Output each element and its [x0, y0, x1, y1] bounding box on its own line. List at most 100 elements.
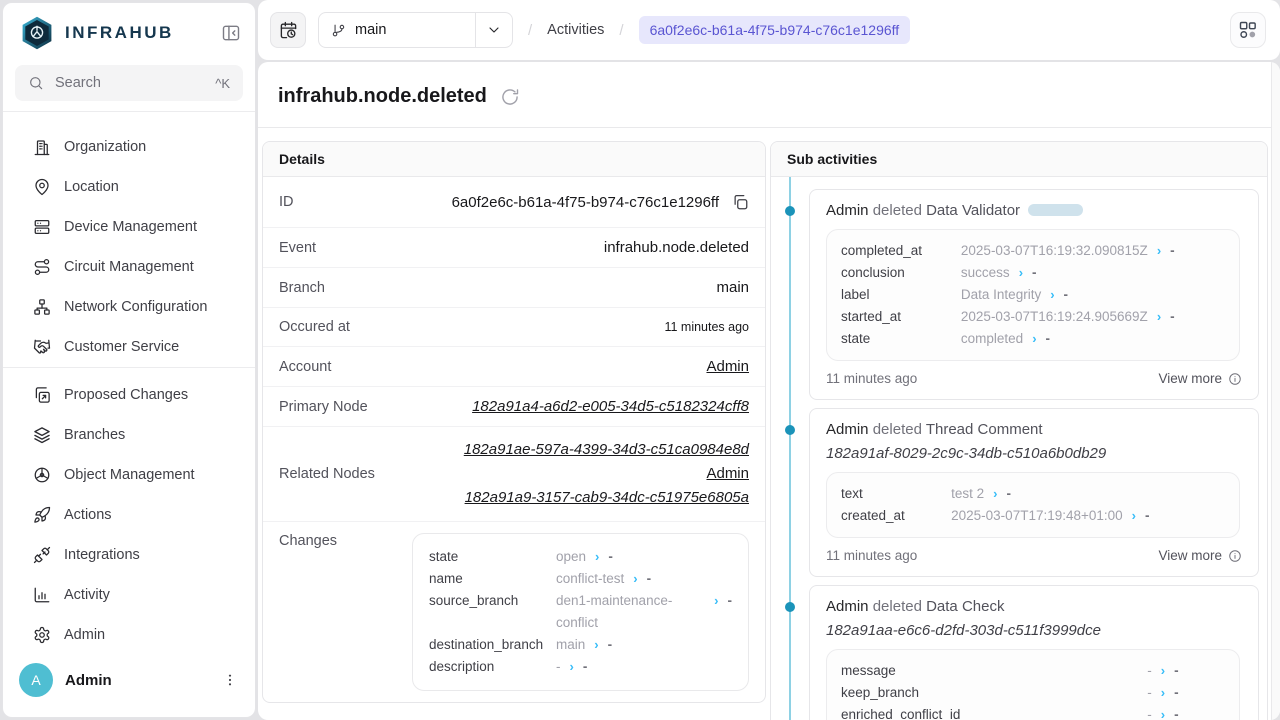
route-icon: [33, 258, 51, 276]
change-arrow-icon: [1157, 243, 1161, 258]
sidebar-item-integrations[interactable]: Integrations: [3, 535, 255, 575]
related-node-link[interactable]: 182a91a9-3157-cab9-34dc-c51975e6805a: [465, 489, 749, 506]
user-options-button[interactable]: [219, 669, 241, 691]
change-arrow-icon: [633, 568, 637, 590]
breadcrumb-activity-id[interactable]: 6a0f2e6c-b61a-4f75-b974-c76c1e1296ff: [639, 16, 911, 44]
sidebar-item-label: Actions: [64, 507, 112, 523]
sidebar-item-network-configuration[interactable]: Network Configuration: [3, 287, 255, 327]
search-shortcut: ^K: [215, 76, 230, 91]
detail-label: ID: [279, 194, 294, 210]
field-key: state: [841, 328, 961, 350]
details-header: Details: [263, 142, 765, 177]
user-menu[interactable]: A Admin: [3, 655, 255, 717]
activity-field-row: text test 2-: [841, 483, 1225, 505]
map-pin-icon: [33, 178, 51, 196]
detail-label: Account: [279, 359, 331, 375]
sidebar-item-label: Integrations: [64, 547, 140, 563]
sidebar-item-object-management[interactable]: Object Management: [3, 455, 255, 495]
sidebar-item-label: Proposed Changes: [64, 387, 188, 403]
change-key: source_branch: [429, 590, 547, 612]
field-after: -: [1174, 707, 1179, 720]
change-key: state: [429, 546, 547, 568]
change-arrow-icon: [993, 486, 997, 501]
sidebar-item-admin[interactable]: Admin: [3, 615, 255, 655]
sub-activities-timeline: Admin deleted Data Validator completed_a…: [771, 177, 1267, 720]
sidebar-collapse-button[interactable]: [219, 21, 243, 45]
sidebar-item-circuit-management[interactable]: Circuit Management: [3, 247, 255, 287]
refresh-button[interactable]: [500, 87, 520, 107]
detail-value-branch: main: [716, 279, 749, 296]
sub-activities-header: Sub activities: [771, 142, 1267, 177]
activity-action: deleted: [873, 421, 922, 438]
page-title: infrahub.node.deleted: [278, 85, 487, 108]
sidebar-item-activity[interactable]: Activity: [3, 575, 255, 615]
activity-field-row: started_at 2025-03-07T16:19:24.905669Z-: [841, 306, 1225, 328]
detail-value-event: infrahub.node.deleted: [604, 239, 749, 256]
sidebar-item-organization[interactable]: Organization: [3, 127, 255, 167]
branch-selector-caret[interactable]: [475, 13, 512, 47]
activity-object: Data Validator: [926, 202, 1020, 219]
field-value: success: [961, 265, 1010, 280]
detail-value-occured-at: 11 minutes ago: [664, 320, 749, 334]
primary-node-link[interactable]: 182a91a4-a6d2-e005-34d5-c5182324cff8: [472, 398, 749, 415]
field-value: 2025-03-07T16:19:24.905669Z: [961, 309, 1148, 324]
panels: Details ID 6a0f2e6c-b61a-4f75-b974-c76c1…: [258, 128, 1280, 720]
branch-selector[interactable]: main: [318, 12, 513, 48]
sidebar-item-label: Activity: [64, 587, 110, 603]
kebab-menu-icon: [222, 672, 238, 688]
copy-button[interactable]: [731, 193, 749, 211]
wheel-icon: [33, 466, 51, 484]
change-value: main: [556, 634, 585, 656]
related-node-link[interactable]: Admin: [706, 465, 749, 482]
change-row: name conflict-test -: [429, 568, 732, 590]
sidebar-item-proposed-changes[interactable]: Proposed Changes: [3, 375, 255, 415]
field-key: conclusion: [841, 262, 961, 284]
user-name: Admin: [65, 672, 207, 689]
field-key: keep_branch: [841, 682, 1147, 704]
activity-object: Thread Comment: [926, 421, 1043, 438]
activity-timestamp: 11 minutes ago: [826, 371, 917, 386]
field-key: enriched_conflict_id: [841, 704, 1147, 720]
server-icon: [33, 218, 51, 236]
field-after: -: [1174, 663, 1179, 678]
field-value: -: [1147, 707, 1152, 720]
account-link[interactable]: Admin: [706, 358, 749, 375]
change-arrow-icon: [1161, 685, 1165, 700]
detail-label: Branch: [279, 280, 325, 296]
detail-row-branch: Branch main: [263, 268, 765, 308]
sidebar-item-branches[interactable]: Branches: [3, 415, 255, 455]
scrollbar[interactable]: [1271, 62, 1280, 720]
detail-value-id: 6a0f2e6c-b61a-4f75-b974-c76c1e1296ff: [452, 194, 719, 211]
view-more-button[interactable]: View more: [1158, 548, 1242, 563]
sub-activity-title: Admin deleted Data Validator: [826, 202, 1242, 219]
sidebar-item-location[interactable]: Location: [3, 167, 255, 207]
workflow-button[interactable]: [1230, 12, 1266, 48]
sidebar: INFRAHUB Search ^K Organization Location…: [2, 2, 256, 718]
search-input[interactable]: Search ^K: [15, 65, 243, 101]
change-arrow-icon: [1032, 331, 1036, 346]
activity-field-row: completed_at 2025-03-07T16:19:32.090815Z…: [841, 240, 1225, 262]
info-icon: [1228, 372, 1242, 386]
breadcrumb-activities[interactable]: Activities: [547, 22, 604, 38]
logo-row: INFRAHUB: [3, 3, 255, 59]
detail-label: Changes: [279, 533, 337, 549]
detail-row-id: ID 6a0f2e6c-b61a-4f75-b974-c76c1e1296ff: [263, 177, 765, 228]
field-after: -: [1170, 309, 1175, 324]
branch-selector-value[interactable]: main: [319, 13, 475, 47]
panel-collapse-icon: [221, 23, 241, 43]
changes-box: state open - name conflict-test -: [412, 533, 749, 691]
sidebar-item-device-management[interactable]: Device Management: [3, 207, 255, 247]
rocket-icon: [33, 506, 51, 524]
sidebar-item-actions[interactable]: Actions: [3, 495, 255, 535]
content-area: infrahub.node.deleted Details ID 6a0f2e6…: [258, 62, 1280, 720]
related-node-link[interactable]: 182a91ae-597a-4399-34d3-c51ca0984e8d: [464, 441, 749, 458]
view-more-button[interactable]: View more: [1158, 371, 1242, 386]
activity-action: deleted: [873, 202, 922, 219]
handshake-icon: [33, 338, 51, 356]
change-arrow-icon: [595, 546, 599, 568]
sidebar-item-customer-service[interactable]: Customer Service: [3, 327, 255, 367]
detail-row-changes: Changes state open - name conflict-test: [263, 522, 765, 702]
time-travel-button[interactable]: [270, 12, 306, 48]
field-value: 2025-03-07T16:19:32.090815Z: [961, 243, 1148, 258]
sub-activity-title: Admin deleted Data Check: [826, 598, 1242, 615]
